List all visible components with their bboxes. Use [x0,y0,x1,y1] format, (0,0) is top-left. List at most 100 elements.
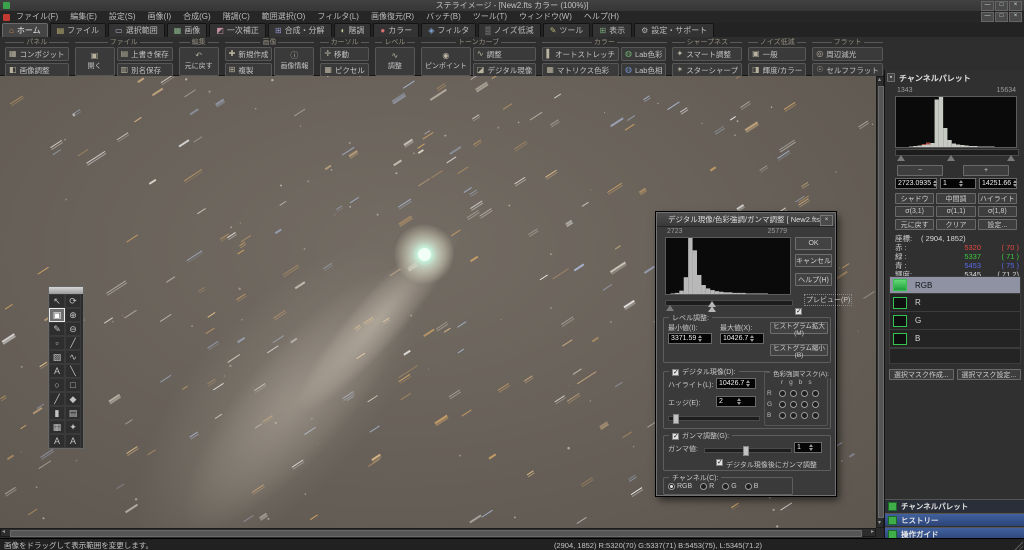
gamma-slider[interactable] [704,448,792,453]
tool-icon-0[interactable]: ↖ [49,294,65,308]
gamma-after-checkbox[interactable] [716,459,723,466]
mask-radio-G-b[interactable] [801,401,808,408]
menu-item-4[interactable]: 合成(G) [177,11,217,23]
ribbon-tab-5[interactable]: ⊞合成・分解 [268,23,332,37]
cp-button-1-0[interactable]: σ(3,1) [895,206,934,217]
cp-button-1-2[interactable]: σ(1,8) [978,206,1017,217]
mask-radio-B-g[interactable] [790,412,797,419]
ribbon-tab-3[interactable]: ▦画像 [167,23,208,37]
mask-radio-R-b[interactable] [801,390,808,397]
tool-icon-13[interactable]: □ [65,378,81,392]
tool-icon-18[interactable]: ▦ [49,420,65,434]
tool-icon-21[interactable]: A [65,434,81,448]
tool-icon-5[interactable]: ⊖ [65,322,81,336]
create-selection-mask-button[interactable]: 選択マスク作成... [889,369,954,380]
histogram-zoom-out-button[interactable]: ヒストグラム縮小(B) [770,344,828,356]
menu-item-10[interactable]: ツール(T) [467,11,513,23]
dialog-level-slider[interactable] [665,300,793,306]
ok-button[interactable]: OK [795,237,832,250]
cp-button-0-0[interactable]: シャドウ [895,193,934,204]
ribbon-button-7-0-0[interactable]: ▌オートストレッチ [542,47,619,61]
ribbon-button-5-0[interactable]: ∿調整 [375,47,415,76]
tool-palette-titlebar[interactable] [49,287,83,294]
channel-swatch-B[interactable] [893,333,907,345]
mask-radio-R-s[interactable] [812,390,819,397]
ribbon-button-0-0-0[interactable]: ▦コンポジット [5,47,69,61]
ribbon-tab-10[interactable]: ✎ツール [543,23,591,37]
channel-option-RGB[interactable]: RGB [668,483,692,490]
mask-radio-B-r[interactable] [779,412,786,419]
cp-shadow-handle[interactable] [897,155,905,161]
ribbon-tab-6[interactable]: ◐階調 [334,23,372,37]
preview-label[interactable]: プレビュー(P) [804,294,852,306]
ribbon-tab-0[interactable]: ⌂ホーム [2,23,48,37]
ribbon-tab-11[interactable]: ⊞表示 [592,23,632,37]
channel-radio-B[interactable] [745,483,752,490]
ribbon-button-1-1-0[interactable]: ▤上書き保存 [117,47,173,61]
menu-item-12[interactable]: ヘルプ(H) [578,11,625,23]
cp-mid-field[interactable]: 1 [940,178,976,189]
channel-swatch-R[interactable] [893,297,907,309]
slider-min-handle[interactable] [666,305,674,311]
ribbon-button-8-0-1[interactable]: ✶スターシャープ [672,63,742,77]
panel-tab-0[interactable]: チャンネルパレット [885,499,1024,512]
resize-grip[interactable] [1013,540,1023,550]
ribbon-tab-2[interactable]: ▭選択範囲 [108,23,165,37]
channel-swatch-RGB[interactable] [893,279,907,291]
gamma-slider-thumb[interactable] [743,446,749,456]
tool-icon-7[interactable]: ╱ [65,336,81,350]
dialog-title-bar[interactable]: デジタル現像/色彩強調/ガンマ調整 [ New2.fts ] × [657,213,835,227]
ribbon-button-0-0-1[interactable]: ◧画像調整 [5,63,69,77]
ribbon-button-9-0-0[interactable]: ▣一般 [748,47,806,61]
panel-tab-1[interactable]: ヒストリー [885,513,1024,526]
mask-radio-G-r[interactable] [779,401,786,408]
mdi-control-2[interactable]: × [1009,12,1022,22]
mask-radio-G-s[interactable] [812,401,819,408]
tool-icon-20[interactable]: A [49,434,65,448]
mask-radio-B-s[interactable] [812,412,819,419]
cp-level-slider[interactable] [895,149,1019,156]
ribbon-button-1-0[interactable]: ▣開く [75,47,115,76]
channel-option-R[interactable]: R [700,483,714,490]
edge-slider[interactable] [668,416,760,421]
mask-radio-R-g[interactable] [790,390,797,397]
menu-item-8[interactable]: 画像復元(R) [365,11,420,23]
tool-icon-10[interactable]: A [49,364,65,378]
cp-highlight-field[interactable]: 14251.66 [979,178,1017,189]
tool-icon-17[interactable]: ▤ [65,406,81,420]
tool-icon-16[interactable]: ▮ [49,406,65,420]
mask-radio-G-g[interactable] [790,401,797,408]
hscroll-thumb[interactable] [10,530,862,537]
tool-icon-1[interactable]: ⟳ [65,294,81,308]
channel-row-G[interactable]: G [889,312,1021,330]
menu-item-1[interactable]: 編集(E) [64,11,103,23]
menu-item-0[interactable]: ファイル(F) [10,11,64,23]
tool-icon-6[interactable]: ▫ [49,336,65,350]
tool-icon-9[interactable]: ∿ [65,350,81,364]
ribbon-button-8-0-0[interactable]: ✦スマート調整 [672,47,742,61]
min-value-field[interactable]: 3371.59 [668,333,712,344]
ribbon-button-9-0-1[interactable]: ◨輝度/カラー [748,63,806,77]
ribbon-button-2-0[interactable]: ↶元に戻す [179,47,219,76]
slider-handle-lower[interactable] [708,306,716,312]
window-control-2[interactable]: × [1009,1,1022,11]
tool-icon-14[interactable]: ╱ [49,392,65,406]
mdi-control-1[interactable]: □ [995,12,1008,22]
channel-row-R[interactable]: R [889,294,1021,312]
ribbon-button-7-0-1[interactable]: ▦マトリクス色彩 [542,63,619,77]
ribbon-button-3-0-1[interactable]: ⊞複製 [225,63,273,77]
menu-item-6[interactable]: 範囲選択(O) [256,11,312,23]
cp-button-2-0[interactable]: 元に戻す [895,219,934,230]
mask-radio-B-b[interactable] [801,412,808,419]
channel-radio-RGB[interactable] [668,483,675,490]
tool-icon-4[interactable]: ✎ [49,322,65,336]
vertical-scrollbar[interactable]: ▴ ▾ [876,76,884,528]
menu-item-3[interactable]: 画像(I) [142,11,178,23]
ribbon-button-4-0-1[interactable]: ▦ピクセル [320,63,369,77]
ribbon-button-7-1-1[interactable]: ◍Lab色相 [621,63,667,77]
ribbon-tab-7[interactable]: ●カラー [373,23,419,37]
menu-item-5[interactable]: 階調(C) [217,11,256,23]
menu-item-7[interactable]: フィルタ(L) [311,11,365,23]
ribbon-button-6-1-1[interactable]: ◪デジタル現像 [473,63,536,77]
tool-icon-11[interactable]: ╲ [65,364,81,378]
